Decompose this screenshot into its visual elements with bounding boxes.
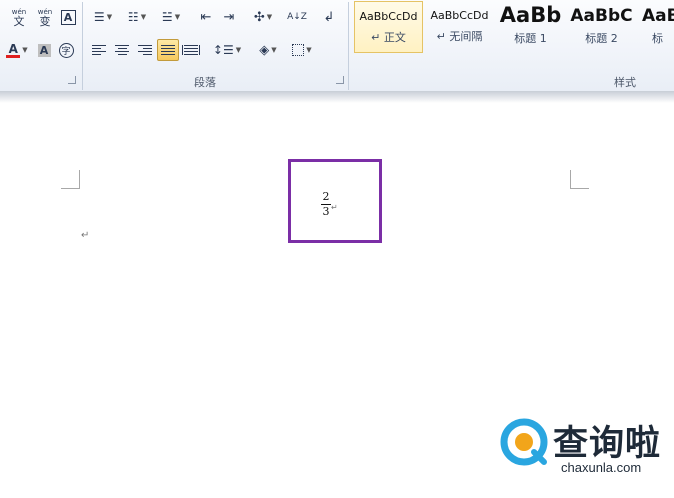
style-name: 标题 2 bbox=[585, 32, 618, 45]
style-name: ↵ 正文 bbox=[371, 31, 406, 44]
phonetic-guide-icon: wén 文 bbox=[11, 8, 27, 28]
bullet-list-icon: ☰ bbox=[93, 10, 105, 24]
chinese-layout-icon: ✣ bbox=[253, 9, 265, 25]
line-spacing-icon: ↕☰ bbox=[212, 43, 234, 57]
align-right-icon bbox=[138, 45, 152, 55]
line-spacing-button[interactable]: ↕☰ ▼ bbox=[212, 39, 242, 61]
style-heading-1[interactable]: AaBb 标题 1 bbox=[496, 1, 565, 53]
style-heading-more[interactable]: AaB 标 bbox=[638, 1, 674, 53]
paragraph-dialog-launcher-icon[interactable] bbox=[336, 76, 344, 84]
style-name: 标题 1 bbox=[514, 32, 547, 45]
style-name: ↵ 无间隔 bbox=[436, 30, 483, 43]
align-left-icon bbox=[92, 45, 106, 55]
multilevel-list-button[interactable]: ☱ ▼ bbox=[156, 6, 186, 28]
borders-button[interactable]: ▼ bbox=[287, 39, 317, 61]
decrease-indent-button[interactable]: ⇤ bbox=[195, 6, 217, 28]
chevron-down-icon: ▼ bbox=[306, 46, 312, 54]
chevron-down-icon: ▼ bbox=[22, 46, 28, 54]
bullets-button[interactable]: ☰ ▼ bbox=[88, 6, 118, 28]
distributed-button[interactable] bbox=[180, 39, 202, 61]
align-center-icon bbox=[115, 45, 129, 55]
style-sample: AaBbC bbox=[570, 6, 633, 26]
chevron-down-icon: ▼ bbox=[106, 13, 113, 21]
paragraph-group-label: 段落 bbox=[194, 76, 216, 89]
multilevel-list-icon: ☱ bbox=[161, 10, 173, 24]
highlight-box bbox=[288, 159, 382, 243]
style-normal[interactable]: AaBbCcDd ↵ 正文 bbox=[354, 1, 423, 53]
style-sample: AaB bbox=[642, 6, 674, 26]
increase-indent-icon: ⇥ bbox=[223, 9, 235, 25]
decrease-indent-icon: ⇤ bbox=[200, 9, 212, 25]
font-dialog-launcher-icon[interactable] bbox=[68, 76, 76, 84]
phonetic-icon: wén 变 bbox=[37, 8, 53, 28]
character-border-button[interactable]: A bbox=[58, 6, 78, 28]
search-logo-icon bbox=[500, 418, 548, 466]
chevron-down-icon: ▼ bbox=[140, 13, 147, 21]
phonetic-button-2[interactable]: wén 变 bbox=[34, 6, 56, 28]
style-heading-2[interactable]: AaBbC 标题 2 bbox=[567, 1, 636, 53]
shading-button[interactable]: ◈ ▼ bbox=[252, 39, 284, 61]
ribbon: wén 文 wén 变 A A ▼ A 字 ☰ ▼ ☷ ▼ ☱ ▼ ⇤ ⇥ ✣ ▼ bbox=[0, 0, 674, 92]
watermark-url: chaxunla.com bbox=[561, 460, 642, 475]
page-corner-mark-right bbox=[570, 170, 589, 189]
align-left-button[interactable] bbox=[88, 39, 110, 61]
chevron-down-icon: ▼ bbox=[235, 46, 242, 54]
sort-icon: A↓Z bbox=[287, 11, 307, 22]
sort-button[interactable]: A↓Z bbox=[286, 6, 308, 28]
numbering-button[interactable]: ☷ ▼ bbox=[121, 6, 153, 28]
character-shading-icon: A bbox=[37, 43, 51, 57]
chevron-down-icon: ▼ bbox=[174, 13, 181, 21]
enclose-characters-button[interactable]: 字 bbox=[56, 39, 76, 61]
numbered-list-icon: ☷ bbox=[127, 10, 139, 24]
borders-icon bbox=[292, 44, 305, 56]
align-center-button[interactable] bbox=[111, 39, 133, 61]
distributed-icon bbox=[182, 45, 200, 55]
font-color-button[interactable]: A ▼ bbox=[2, 39, 32, 61]
character-border-icon: A bbox=[60, 9, 76, 25]
show-paragraph-marks-button[interactable]: ↲ bbox=[318, 6, 340, 28]
enclose-characters-icon: 字 bbox=[58, 42, 74, 58]
justify-button[interactable] bbox=[157, 39, 179, 61]
fraction-denominator: 3 bbox=[322, 205, 330, 218]
increase-indent-button[interactable]: ⇥ bbox=[218, 6, 240, 28]
paragraph-mark-icon: ↲ bbox=[323, 9, 335, 25]
justify-icon bbox=[161, 45, 175, 55]
style-name: 标 bbox=[652, 32, 663, 45]
page-corner-mark-left bbox=[61, 170, 80, 189]
paint-bucket-icon: ◈ bbox=[259, 42, 270, 58]
align-right-button[interactable] bbox=[134, 39, 156, 61]
fraction-paragraph-mark: ↵ bbox=[331, 203, 338, 212]
character-shading-button[interactable]: A bbox=[35, 39, 53, 61]
style-sample: AaBbCcDd bbox=[359, 10, 418, 23]
chevron-down-icon: ▼ bbox=[271, 46, 277, 54]
style-sample: AaBb bbox=[499, 3, 562, 27]
chevron-down-icon: ▼ bbox=[266, 13, 273, 21]
phonetic-guide-button[interactable]: wén 文 bbox=[8, 6, 30, 28]
ribbon-shadow bbox=[0, 91, 674, 103]
font-color-icon: A bbox=[6, 43, 21, 58]
group-separator bbox=[82, 2, 83, 90]
styles-group-label: 样式 bbox=[614, 76, 636, 89]
chinese-layout-button[interactable]: ✣ ▼ bbox=[248, 6, 278, 28]
style-no-spacing[interactable]: AaBbCcDd ↵ 无间隔 bbox=[425, 1, 494, 53]
group-separator bbox=[348, 2, 349, 90]
watermark-brand: 查询啦 bbox=[553, 424, 662, 464]
fraction-numerator: 2 bbox=[322, 190, 330, 203]
style-sample: AaBbCcDd bbox=[430, 9, 489, 22]
paragraph-mark: ↵ bbox=[81, 230, 90, 241]
